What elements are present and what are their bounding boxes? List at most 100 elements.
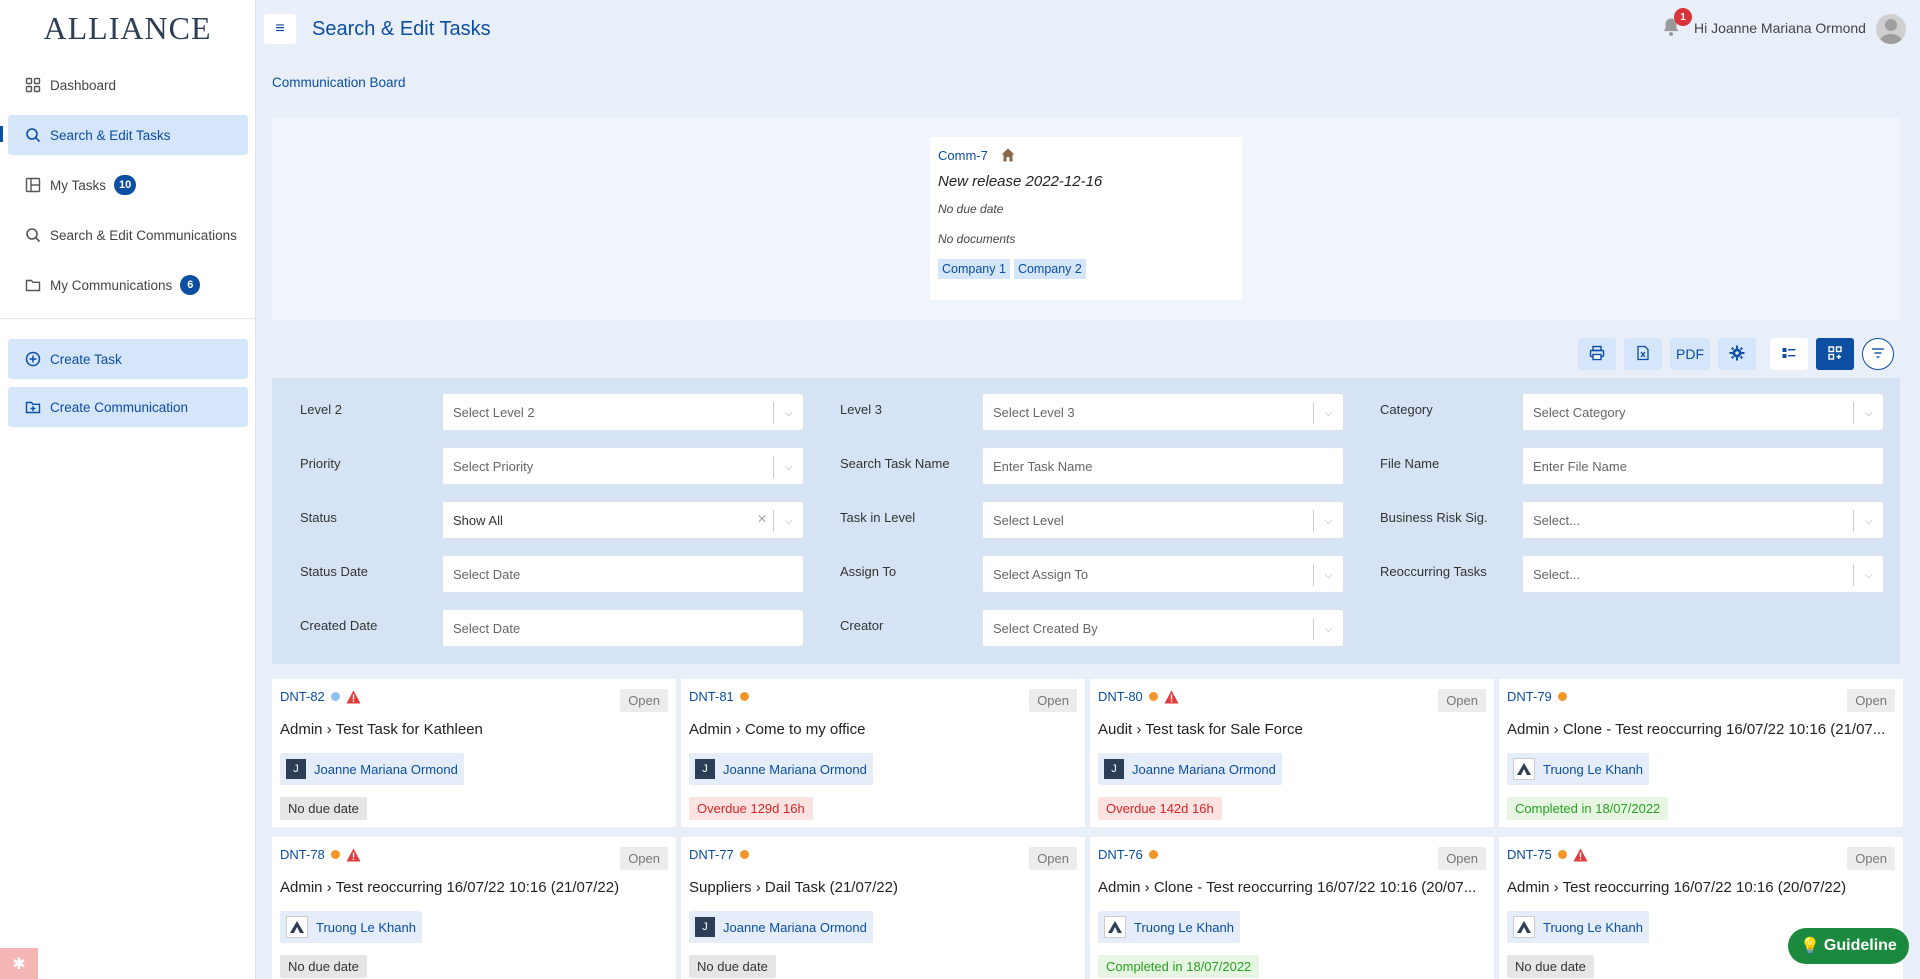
grid-view-button[interactable]: [1816, 338, 1854, 370]
assignee-chip[interactable]: Truong Le Khanh: [280, 911, 422, 943]
filter-toggle-button[interactable]: [1862, 338, 1894, 370]
status-date-picker[interactable]: Select Date: [442, 555, 804, 593]
sidebar-item-my-communications[interactable]: My Communications 6: [8, 265, 248, 305]
list-view-button[interactable]: [1770, 338, 1808, 370]
task-id[interactable]: DNT-81: [689, 689, 734, 704]
folder-plus-icon: [24, 398, 42, 416]
user-avatar[interactable]: [1876, 14, 1906, 44]
created-date-picker[interactable]: Select Date: [442, 609, 804, 647]
task-id[interactable]: DNT-80: [1098, 689, 1143, 704]
category-select[interactable]: Select Category ⌵: [1522, 393, 1884, 431]
status-date-label: Status Date: [300, 564, 368, 579]
my-communications-count-badge: 6: [180, 275, 201, 295]
assign-to-placeholder: Select Assign To: [993, 566, 1089, 582]
create-communication-button[interactable]: Create Communication: [8, 387, 248, 427]
create-task-button[interactable]: Create Task: [8, 339, 248, 379]
business-risk-placeholder: Select...: [1533, 512, 1580, 528]
task-card[interactable]: DNT-79 Open Admin › Clone - Test reoccur…: [1499, 679, 1903, 827]
communication-card[interactable]: Comm-7 New release 2022-12-16 No due dat…: [930, 137, 1242, 300]
priority-select[interactable]: Select Priority ⌵: [442, 447, 804, 485]
task-title[interactable]: Admin › Test Task for Kathleen: [280, 721, 668, 738]
assignee-name: Truong Le Khanh: [1134, 919, 1234, 935]
task-title[interactable]: Admin › Test reoccurring 16/07/22 10:16 …: [280, 879, 668, 896]
priority-dot-icon: [330, 692, 340, 701]
export-pdf-button[interactable]: PDF: [1670, 338, 1710, 370]
communication-id[interactable]: Comm-7: [938, 148, 988, 163]
communication-board-link[interactable]: Communication Board: [272, 75, 406, 90]
task-id[interactable]: DNT-76: [1098, 847, 1143, 862]
export-excel-button[interactable]: [1624, 338, 1662, 370]
status-badge: Open: [1029, 847, 1077, 870]
folder-icon: [24, 276, 42, 294]
priority-dot-icon: [330, 850, 340, 859]
assignee-chip[interactable]: Truong Le Khanh: [1507, 753, 1649, 785]
task-card[interactable]: DNT-80 Open Audit › Test task for Sale F…: [1090, 679, 1494, 827]
assignee-chip[interactable]: J Joanne Mariana Ormond: [689, 911, 873, 943]
level3-select[interactable]: Select Level 3 ⌵: [982, 393, 1344, 431]
task-id[interactable]: DNT-82: [280, 689, 325, 704]
due-status: Overdue 142d 16h: [1098, 797, 1222, 820]
task-id-row: DNT-82: [280, 689, 361, 704]
sidebar-item-dashboard[interactable]: Dashboard: [8, 65, 248, 105]
company-tag[interactable]: Company 1: [938, 259, 1010, 279]
chevron-down-icon: ⌵: [773, 510, 803, 532]
sidebar-item-search-edit-communications[interactable]: Search & Edit Communications: [8, 215, 248, 255]
task-id-row: DNT-77: [689, 847, 749, 862]
task-card[interactable]: DNT-76 Open Admin › Clone - Test reoccur…: [1090, 837, 1494, 979]
task-card[interactable]: DNT-77 Open Suppliers › Dail Task (21/07…: [681, 837, 1085, 979]
task-id-row: DNT-81: [689, 689, 749, 704]
task-id-row: DNT-76: [1098, 847, 1158, 862]
chevron-down-icon: ⌵: [1853, 510, 1883, 532]
reoccurring-select[interactable]: Select... ⌵: [1522, 555, 1884, 593]
assignee-name: Truong Le Khanh: [316, 919, 416, 935]
category-label: Category: [1380, 402, 1433, 417]
user-greeting[interactable]: Hi Joanne Mariana Ormond: [1694, 20, 1866, 36]
print-button[interactable]: [1578, 338, 1616, 370]
status-badge: Open: [1438, 847, 1486, 870]
settings-button[interactable]: [1718, 338, 1756, 370]
task-card[interactable]: DNT-78 Open Admin › Test reoccurring 16/…: [272, 837, 676, 979]
sidebar-item-my-tasks[interactable]: My Tasks 10: [8, 165, 248, 205]
company-tag[interactable]: Company 2: [1013, 259, 1086, 279]
file-name-input[interactable]: Enter File Name: [1522, 447, 1884, 485]
communication-tags: Company 1 Company 2: [938, 259, 1234, 279]
task-title[interactable]: Admin › Test reoccurring 16/07/22 10:16 …: [1507, 879, 1895, 896]
creator-placeholder: Select Created By: [993, 620, 1098, 636]
task-id[interactable]: DNT-78: [280, 847, 325, 862]
task-id[interactable]: DNT-77: [689, 847, 734, 862]
menu-toggle-button[interactable]: ≡: [264, 14, 296, 44]
task-in-level-select[interactable]: Select Level ⌵: [982, 501, 1344, 539]
active-indicator: [0, 126, 3, 142]
file-name-label: File Name: [1380, 456, 1440, 471]
assignee-chip[interactable]: Truong Le Khanh: [1098, 911, 1240, 943]
assignee-name: Joanne Mariana Ormond: [1132, 761, 1276, 777]
task-id[interactable]: DNT-79: [1507, 689, 1552, 704]
task-title[interactable]: Audit › Test task for Sale Force: [1098, 721, 1486, 738]
status-badge: Open: [1438, 689, 1486, 712]
assignee-chip[interactable]: J Joanne Mariana Ormond: [689, 753, 873, 785]
task-card[interactable]: DNT-81 Open Admin › Come to my office J …: [681, 679, 1085, 827]
task-title[interactable]: Admin › Come to my office: [689, 721, 1077, 738]
assignee-chip[interactable]: Truong Le Khanh: [1507, 911, 1649, 943]
guideline-button[interactable]: 💡 Guideline: [1788, 928, 1909, 964]
status-select[interactable]: Show All ✕ ⌵: [442, 501, 804, 539]
clear-icon[interactable]: ✕: [757, 512, 767, 526]
alliance-logo[interactable]: ALLIANCE: [0, 0, 255, 56]
alliance-logo-mini-icon: [1513, 758, 1535, 780]
task-id[interactable]: DNT-75: [1507, 847, 1552, 862]
task-name-input[interactable]: Enter Task Name: [982, 447, 1344, 485]
alliance-logo-mini-icon: [1513, 916, 1535, 938]
assignee-name: Joanne Mariana Ormond: [314, 761, 458, 777]
task-title[interactable]: Admin › Clone - Test reoccurring 16/07/2…: [1507, 721, 1895, 738]
assignee-chip[interactable]: J Joanne Mariana Ormond: [1098, 753, 1282, 785]
task-card[interactable]: DNT-82 Open Admin › Test Task for Kathle…: [272, 679, 676, 827]
assign-to-select[interactable]: Select Assign To ⌵: [982, 555, 1344, 593]
business-risk-select[interactable]: Select... ⌵: [1522, 501, 1884, 539]
task-title[interactable]: Suppliers › Dail Task (21/07/22): [689, 879, 1077, 896]
assignee-chip[interactable]: J Joanne Mariana Ormond: [280, 753, 464, 785]
bug-report-button[interactable]: ✱: [0, 948, 38, 979]
task-title[interactable]: Admin › Clone - Test reoccurring 16/07/2…: [1098, 879, 1486, 896]
sidebar-item-search-edit-tasks[interactable]: Search & Edit Tasks: [8, 115, 248, 155]
creator-select[interactable]: Select Created By ⌵: [982, 609, 1344, 647]
level2-select[interactable]: Select Level 2 ⌵: [442, 393, 804, 431]
